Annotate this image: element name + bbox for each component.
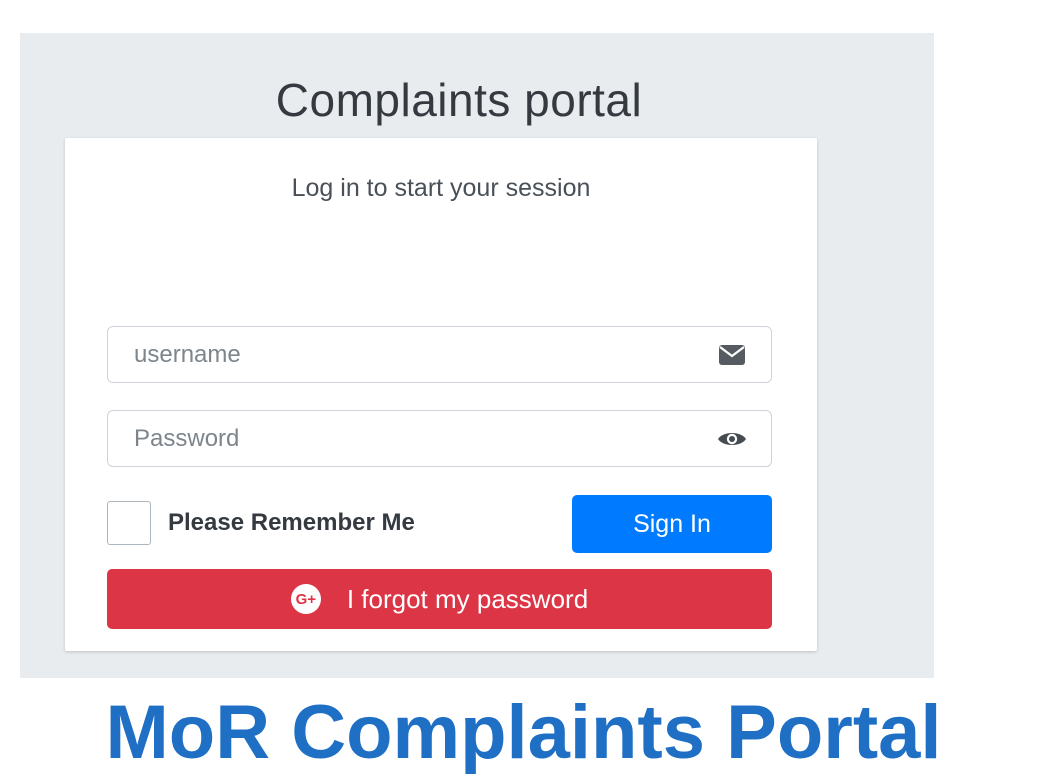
password-field-group <box>107 410 772 467</box>
username-input[interactable] <box>108 327 714 382</box>
eye-icon[interactable] <box>717 425 747 453</box>
password-input[interactable] <box>108 411 714 466</box>
envelope-icon <box>717 341 747 369</box>
login-subtitle: Log in to start your session <box>291 174 591 202</box>
portal-title: Complaints portal <box>275 74 643 126</box>
remember-me-label[interactable]: Please Remember Me <box>168 509 415 537</box>
remember-me: Please Remember Me <box>107 501 415 545</box>
login-card: Log in to start your session username Pl… <box>65 138 817 651</box>
google-plus-icon: G+ <box>290 584 321 614</box>
sign-in-button[interactable]: Sign In <box>572 495 772 553</box>
username-field-group <box>107 326 772 383</box>
banner-title: MoR Complaints Portal <box>105 690 942 775</box>
portal-background: Complaints portal Log in to start your s… <box>20 33 934 678</box>
forgot-password-button[interactable]: G+ I forgot my password <box>107 569 772 629</box>
page: Complaints portal Log in to start your s… <box>0 0 1047 783</box>
forgot-password-label: I forgot my password <box>346 583 589 614</box>
remember-me-checkbox[interactable] <box>107 501 151 545</box>
